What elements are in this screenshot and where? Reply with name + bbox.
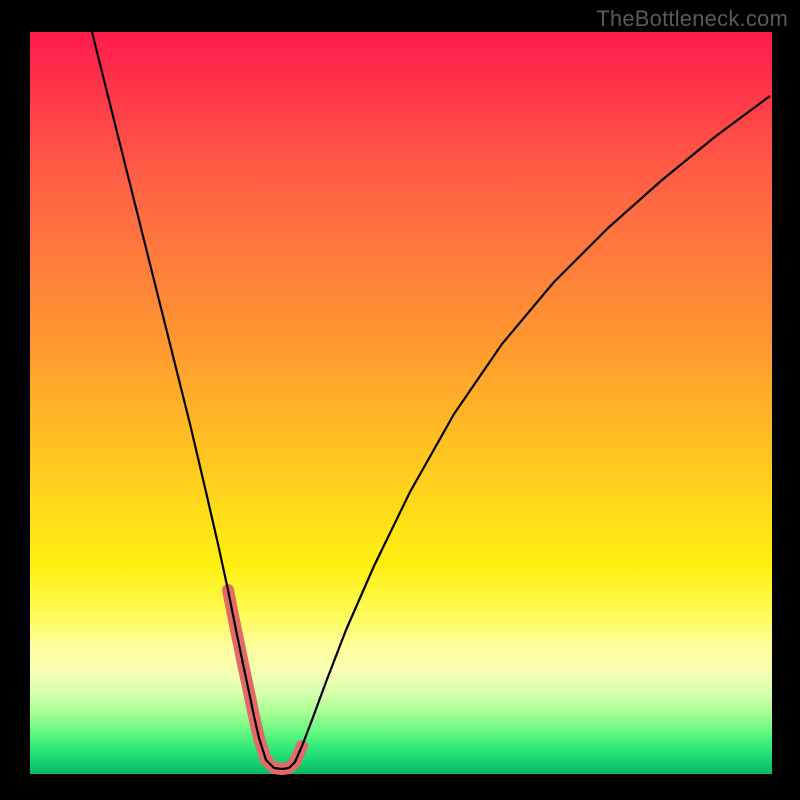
trough-highlight: [228, 590, 302, 769]
bottleneck-curve: [92, 32, 770, 769]
chart-frame: TheBottleneck.com: [0, 0, 800, 800]
curve-layer: [30, 32, 772, 774]
attribution-text: TheBottleneck.com: [596, 6, 788, 32]
plot-area: [30, 32, 772, 774]
